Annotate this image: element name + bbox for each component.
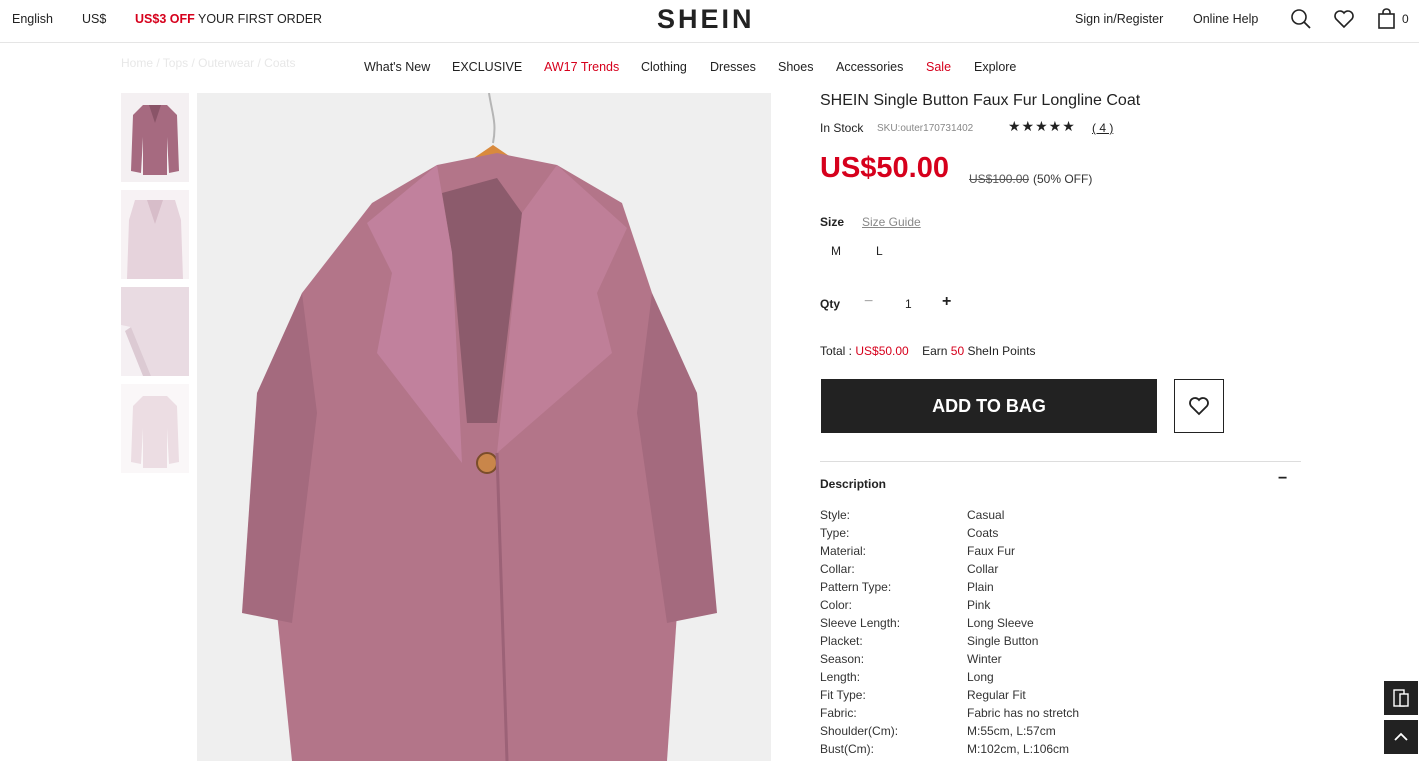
coat-illustration (197, 93, 771, 761)
order-total: Total : US$50.00 Earn 50 SheIn Points (820, 344, 1036, 358)
spec-key: Shoulder(Cm): (820, 724, 899, 738)
coat-thumbnail-light (121, 190, 189, 279)
spec-key: Placket: (820, 634, 863, 648)
coat-thumbnail-front (121, 93, 189, 182)
sku-text: SKU:outer170731402 (877, 123, 974, 134)
spec-value: M:102cm, L:106cm (967, 742, 1070, 756)
top-bar: English US$ US$3 OFF YOUR FIRST ORDER SH… (0, 0, 1419, 43)
size-option-l[interactable]: L (876, 244, 883, 258)
spec-key: Color: (820, 598, 853, 612)
nav-exclusive[interactable]: EXCLUSIVE (452, 60, 522, 74)
spec-value: M:55cm, L:57cm (967, 724, 1056, 738)
collapse-description-icon[interactable]: − (1278, 470, 1287, 488)
nav-explore[interactable]: Explore (974, 60, 1016, 74)
thumbnail-2[interactable] (121, 190, 189, 279)
spec-value: Pink (967, 598, 991, 612)
stock-status: In Stock (820, 121, 864, 135)
earn-suffix: SheIn Points (964, 344, 1036, 358)
thumbnail-1[interactable] (121, 93, 189, 182)
earn-points: 50 (950, 344, 965, 358)
discount-percent: (50% OFF) (1033, 172, 1093, 186)
spec-key: Style: (820, 508, 851, 522)
online-help-link[interactable]: Online Help (1193, 12, 1258, 26)
shein-logo[interactable]: SHEIN (657, 4, 755, 35)
qty-increase-button[interactable]: + (942, 293, 951, 311)
spec-value: Casual (967, 508, 1005, 522)
nav-clothing[interactable]: Clothing (641, 60, 687, 74)
spec-value: Regular Fit (967, 688, 1026, 702)
spec-value: Fabric has no stretch (967, 706, 1080, 720)
spec-value: Collar (967, 562, 999, 576)
nav-accessories[interactable]: Accessories (836, 60, 903, 74)
back-to-top-button[interactable] (1384, 720, 1418, 754)
qty-input[interactable]: 1 (905, 297, 912, 311)
nav-whats-new[interactable]: What's New (364, 60, 430, 74)
qty-decrease-button[interactable]: − (864, 293, 873, 311)
size-option-m[interactable]: M (831, 244, 841, 258)
main-product-image[interactable] (197, 93, 771, 761)
rating-stars-icon: ★★★★★ (1008, 118, 1076, 134)
size-label: Size (820, 215, 845, 229)
product-title: SHEIN Single Button Faux Fur Longline Co… (820, 92, 1141, 109)
spec-value: Winter (967, 652, 1002, 666)
shopping-bag-icon[interactable] (1376, 8, 1398, 30)
thumbnail-3[interactable] (121, 287, 189, 376)
spec-value: Faux Fur (967, 544, 1016, 558)
spec-value: Long (967, 670, 994, 684)
qty-label: Qty (820, 297, 841, 311)
promo-banner[interactable]: US$3 OFF YOUR FIRST ORDER (135, 12, 322, 26)
nav-shoes[interactable]: Shoes (778, 60, 813, 74)
sale-price: US$50.00 (820, 152, 949, 184)
add-to-wishlist-button[interactable] (1174, 379, 1224, 433)
spec-value: Long Sleeve (967, 616, 1034, 630)
wishlist-heart-icon[interactable] (1333, 8, 1355, 30)
spec-key: Season: (820, 652, 865, 666)
signin-link[interactable]: Sign in/Register (1075, 12, 1163, 26)
nav-dresses[interactable]: Dresses (710, 60, 756, 74)
breadcrumb: Home / Tops / Outerwear / Coats (121, 56, 296, 70)
side-app-button[interactable] (1384, 681, 1418, 715)
spec-key: Length: (820, 670, 861, 684)
total-label: Total : (820, 344, 856, 358)
spec-key: Collar: (820, 562, 855, 576)
nav-aw17-trends[interactable]: AW17 Trends (544, 60, 619, 74)
spec-value: Coats (967, 526, 999, 540)
promo-highlight: US$3 OFF (135, 12, 195, 26)
search-icon[interactable] (1290, 8, 1312, 30)
heart-icon (1189, 397, 1209, 416)
promo-text: YOUR FIRST ORDER (198, 12, 323, 26)
description-title[interactable]: Description (820, 477, 886, 491)
bag-count: 0 (1402, 12, 1409, 26)
original-price: US$100.00 (969, 172, 1030, 186)
spec-key: Type: (820, 526, 850, 540)
currency-selector[interactable]: US$ (82, 12, 106, 26)
coat-thumbnail-detail (121, 287, 189, 376)
spec-key: Fit Type: (820, 688, 866, 702)
spec-key: Material: (820, 544, 867, 558)
nav-sale[interactable]: Sale (926, 60, 951, 74)
review-count-link[interactable]: ( 4 ) (1092, 121, 1113, 135)
spec-key: Sleeve Length: (820, 616, 901, 630)
add-to-bag-button[interactable]: ADD TO BAG (821, 379, 1157, 433)
earn-prefix: Earn (922, 344, 951, 358)
coat-thumbnail-back (121, 384, 189, 473)
total-value: US$50.00 (855, 344, 909, 358)
section-divider (820, 461, 1301, 462)
spec-value: Plain (967, 580, 994, 594)
spec-value: Single Button (967, 634, 1039, 648)
size-guide-link[interactable]: Size Guide (862, 215, 921, 229)
spec-key: Pattern Type: (820, 580, 892, 594)
language-selector[interactable]: English (12, 12, 53, 26)
spec-key: Fabric: (820, 706, 857, 720)
mobile-app-icon (1393, 689, 1409, 707)
spec-key: Bust(Cm): (820, 742, 874, 756)
thumbnail-4[interactable] (121, 384, 189, 473)
chevron-up-icon (1394, 732, 1408, 741)
